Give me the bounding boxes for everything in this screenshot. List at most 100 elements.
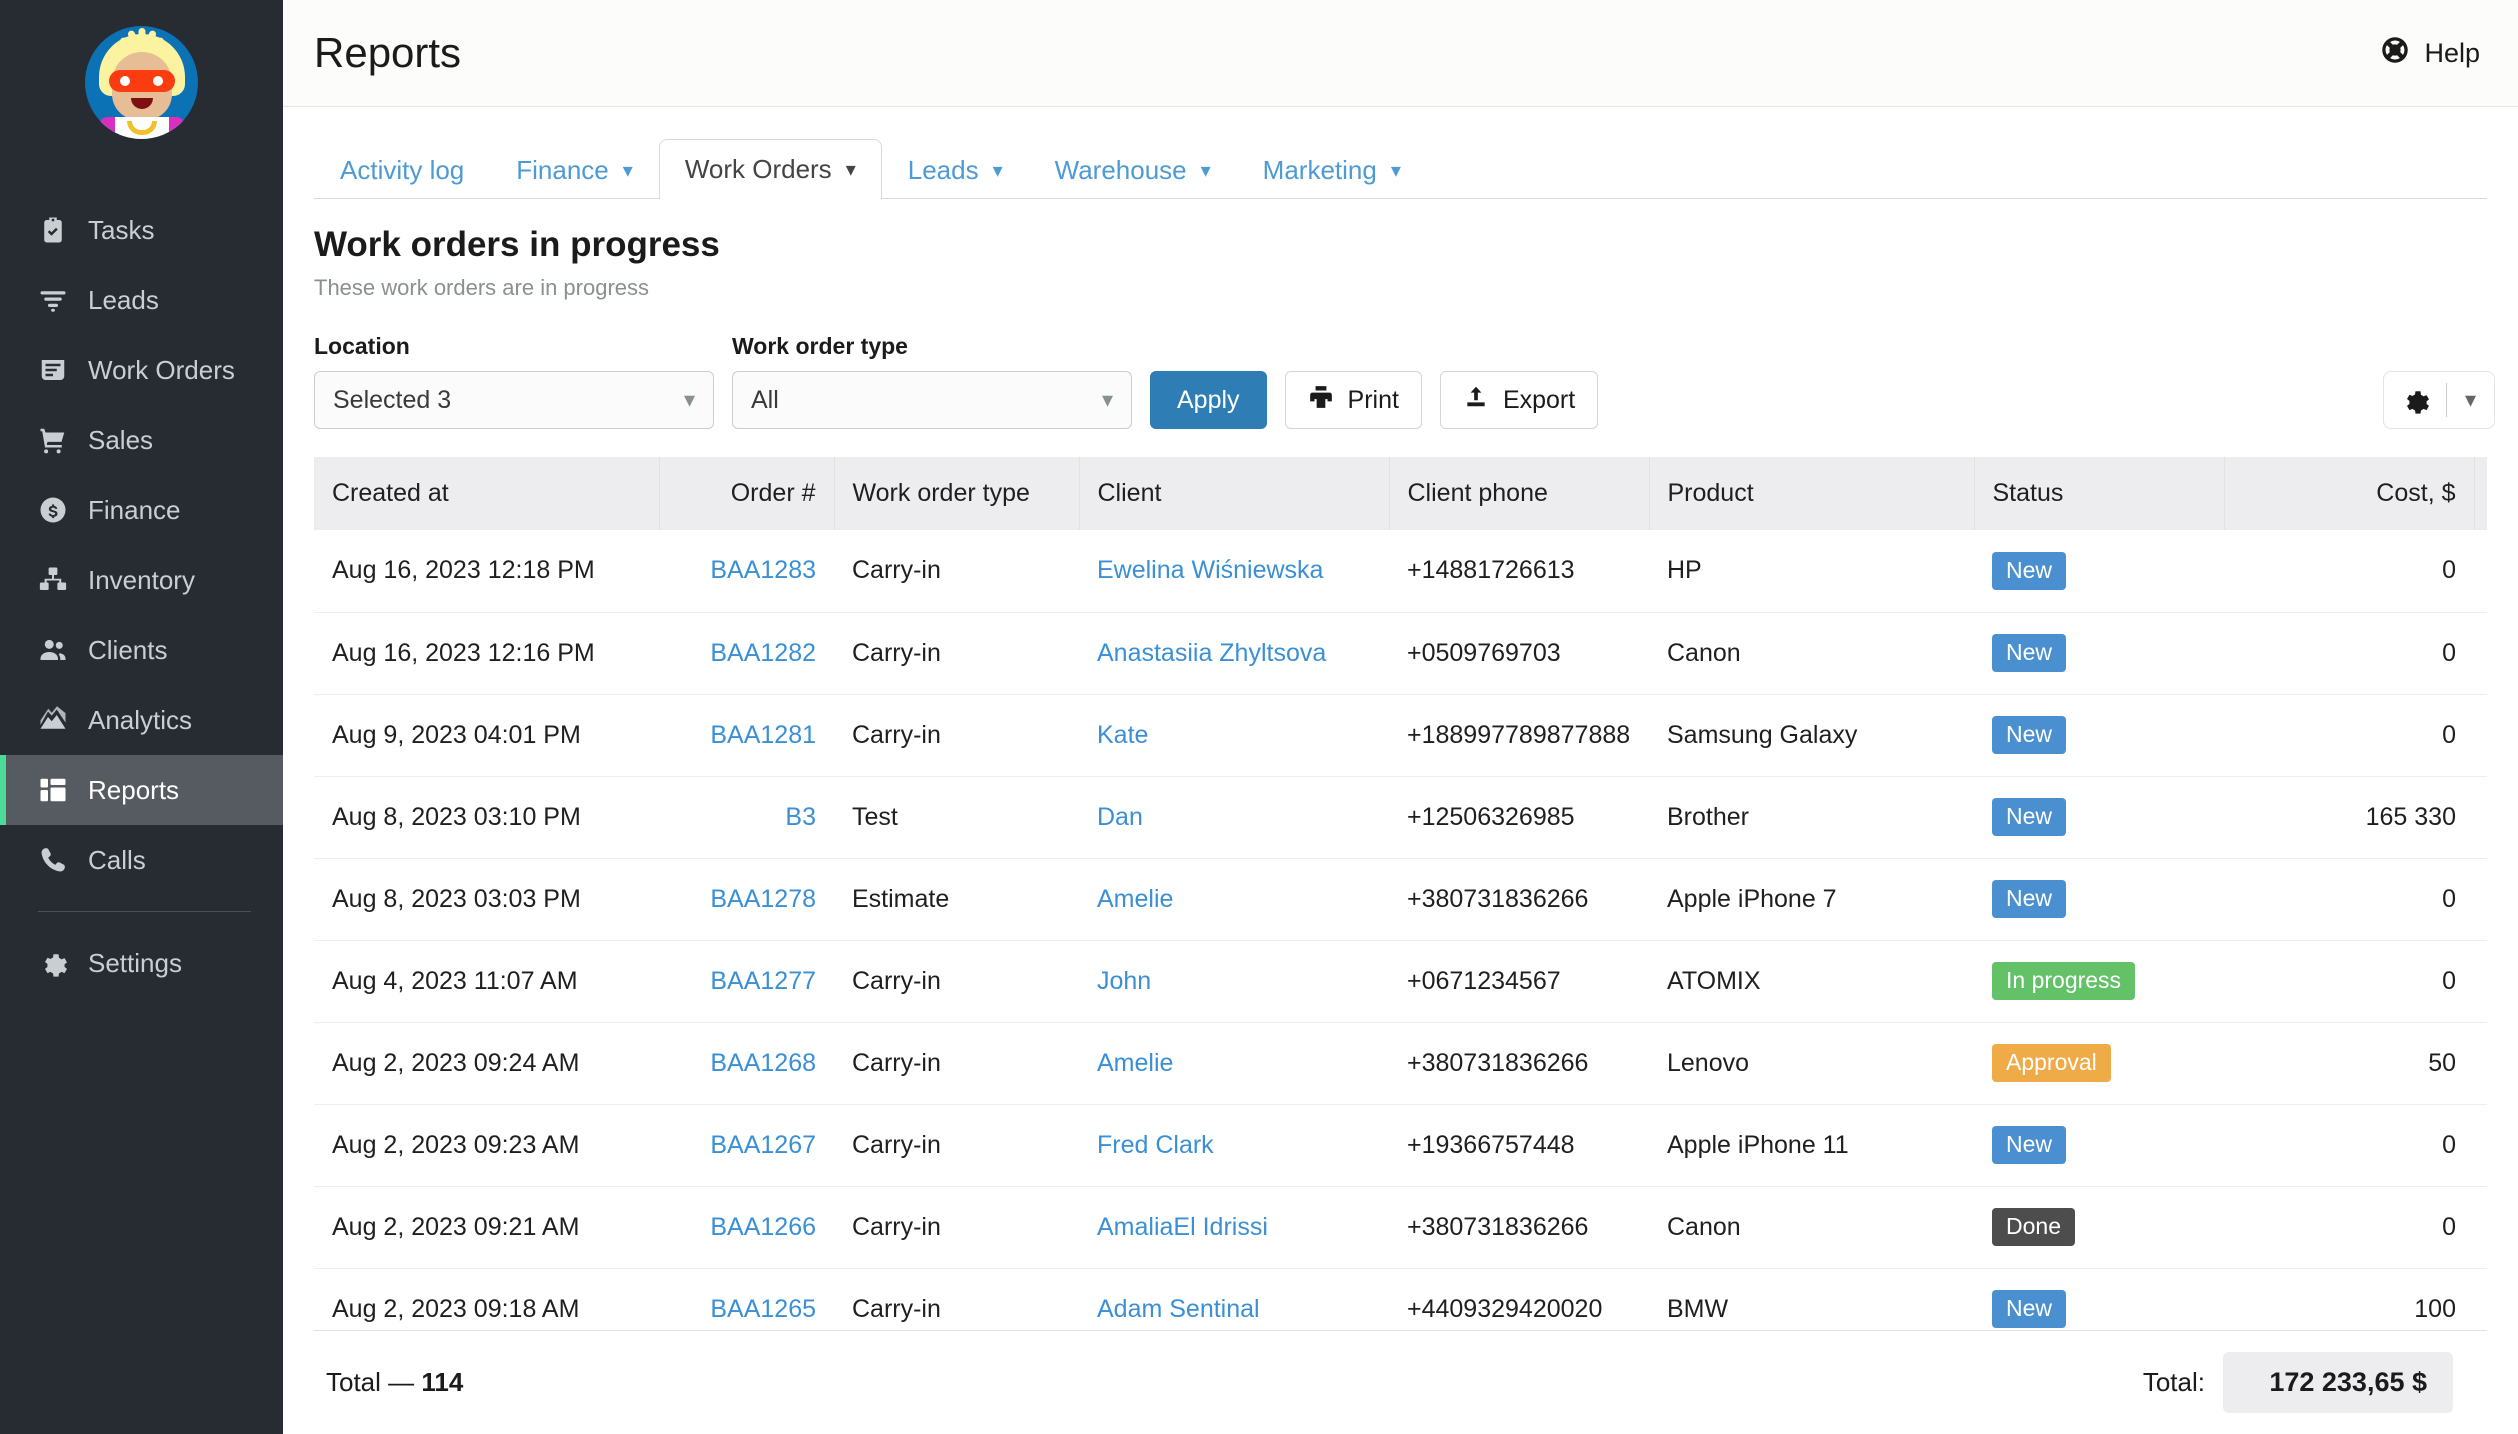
cell-client[interactable]: Amelie	[1079, 858, 1389, 941]
table-row[interactable]: Aug 2, 2023 09:23 AM BAA1267 Carry-in Fred …	[314, 1104, 2487, 1187]
sidebar-item-tasks[interactable]: Tasks	[0, 195, 283, 265]
tab-leads[interactable]: Leads ▾	[882, 142, 1029, 198]
client-link[interactable]: Fred Clark	[1097, 1131, 1214, 1159]
table-row[interactable]: Aug 2, 2023 09:24 AM BAA1268 Carry-in Ameli…	[314, 1022, 2487, 1105]
sidebar-item-analytics[interactable]: Analytics	[0, 685, 283, 755]
column-header-client[interactable]: Client	[1079, 457, 1390, 530]
cell-client[interactable]: Anastasiia Zhyltsova	[1079, 612, 1389, 695]
page-title: Reports	[314, 29, 462, 76]
client-link[interactable]: Adam Sentinal	[1097, 1295, 1260, 1323]
tab-finance[interactable]: Finance ▾	[490, 142, 659, 198]
client-link[interactable]: Amelie	[1097, 885, 1173, 913]
total-count-label: Total —	[326, 1367, 415, 1397]
cell-client[interactable]: Dan	[1079, 776, 1389, 859]
table-row[interactable]: Aug 16, 2023 12:16 PM BAA1282 Carry-in Anas…	[314, 612, 2487, 695]
cell-work-order-type: Carry-in	[834, 1268, 1079, 1330]
order-link[interactable]: BAA1266	[710, 1213, 816, 1241]
cell-product: Canon	[1649, 1186, 1974, 1269]
table-row[interactable]: Aug 2, 2023 09:18 AM BAA1265 Carry-in Adam …	[314, 1268, 2487, 1330]
order-link[interactable]: BAA1268	[710, 1049, 816, 1077]
sidebar-item-label: Sales	[88, 424, 154, 455]
column-header-status[interactable]: Status	[1974, 457, 2225, 530]
sidebar-item-settings[interactable]: Settings	[0, 928, 283, 998]
cell-client[interactable]: Amelie	[1079, 1022, 1389, 1105]
order-link[interactable]: BAA1267	[710, 1131, 816, 1159]
client-link[interactable]: Kate	[1097, 721, 1148, 749]
export-button[interactable]: Export	[1439, 371, 1599, 429]
cell-order-no[interactable]: BAA1281	[659, 694, 834, 777]
table-row[interactable]: Aug 16, 2023 12:18 PM BAA1283 Carry-in Ewel…	[314, 530, 2487, 613]
help-button[interactable]: Help	[2380, 35, 2480, 72]
apply-button[interactable]: Apply	[1150, 371, 1267, 429]
sidebar-item-leads[interactable]: Leads	[0, 265, 283, 335]
client-link[interactable]: John	[1097, 967, 1151, 995]
client-link[interactable]: Amelie	[1097, 1049, 1173, 1077]
column-header-order-no[interactable]: Order #	[659, 457, 835, 530]
location-select[interactable]: Selected 3 ▾	[314, 371, 714, 429]
tab-warehouse[interactable]: Warehouse ▾	[1029, 142, 1237, 198]
cell-order-no[interactable]: BAA1267	[659, 1104, 834, 1187]
cell-order-no[interactable]: BAA1283	[659, 530, 834, 613]
table-row[interactable]: Aug 8, 2023 03:10 PM B3 Test Dan +1250632698…	[314, 776, 2487, 859]
sidebar-item-work-orders[interactable]: Work Orders	[0, 335, 283, 405]
location-filter-group: Location Selected 3 ▾	[314, 333, 714, 429]
table-row[interactable]: Aug 9, 2023 04:01 PM BAA1281 Carry-in Kate +…	[314, 694, 2487, 777]
status-badge: New	[1992, 880, 2067, 918]
tab-marketing[interactable]: Marketing ▾	[1237, 142, 1427, 198]
avatar[interactable]	[85, 26, 198, 139]
app-root: Tasks Leads Work Orders Sales Finance In…	[0, 0, 2518, 1434]
column-header-created-at[interactable]: Created at	[314, 457, 660, 530]
order-link[interactable]: BAA1283	[710, 556, 816, 584]
work-order-type-select[interactable]: All ▾	[732, 371, 1132, 429]
cell-client[interactable]: Kate	[1079, 694, 1389, 777]
column-header-client-phone[interactable]: Client phone	[1389, 457, 1650, 530]
cell-order-no[interactable]: BAA1268	[659, 1022, 834, 1105]
cell-product: BMW	[1649, 1268, 1974, 1330]
order-link[interactable]: BAA1281	[710, 721, 816, 749]
order-link[interactable]: B3	[785, 803, 816, 831]
column-header-work-order-type[interactable]: Work order type	[834, 457, 1080, 530]
cell-client-phone: +12506326985	[1389, 776, 1649, 859]
sidebar-item-label: Inventory	[88, 564, 195, 595]
client-link[interactable]: Anastasiia Zhyltsova	[1097, 639, 1326, 667]
client-link[interactable]: Ewelina Wiśniewska	[1097, 556, 1323, 584]
sidebar-item-inventory[interactable]: Inventory	[0, 545, 283, 615]
order-link[interactable]: BAA1282	[710, 639, 816, 667]
sidebar-item-clients[interactable]: Clients	[0, 615, 283, 685]
column-header-product[interactable]: Product	[1649, 457, 1975, 530]
table-row[interactable]: Aug 8, 2023 03:03 PM BAA1278 Estimate Ameli…	[314, 858, 2487, 941]
sidebar-item-sales[interactable]: Sales	[0, 405, 283, 475]
order-link[interactable]: BAA1277	[710, 967, 816, 995]
cell-client[interactable]: Ewelina Wiśniewska	[1079, 530, 1389, 613]
cell-cost: 0	[2224, 694, 2474, 777]
cell-client[interactable]: Adam Sentinal	[1079, 1268, 1389, 1330]
sidebar-item-calls[interactable]: Calls	[0, 825, 283, 895]
cell-order-no[interactable]: BAA1265	[659, 1268, 834, 1330]
column-header-cost[interactable]: Cost, $	[2224, 457, 2475, 530]
table-row[interactable]: Aug 4, 2023 11:07 AM BAA1277 Carry-in John +…	[314, 940, 2487, 1023]
cell-order-no[interactable]: BAA1277	[659, 940, 834, 1023]
sidebar-item-finance[interactable]: Finance	[0, 475, 283, 545]
cell-order-no[interactable]: BAA1278	[659, 858, 834, 941]
table-row[interactable]: Aug 2, 2023 09:21 AM BAA1266 Carry-in Amali…	[314, 1186, 2487, 1269]
client-link[interactable]: AmaliaEl Idrissi	[1097, 1213, 1268, 1241]
chevron-down-icon[interactable]: ▾	[2447, 387, 2494, 413]
column-header-extra[interactable]	[2474, 457, 2487, 530]
cell-client[interactable]: John	[1079, 940, 1389, 1023]
client-link[interactable]: Dan	[1097, 803, 1143, 831]
order-link[interactable]: BAA1278	[710, 885, 816, 913]
status-badge: In progress	[1992, 962, 2136, 1000]
order-link[interactable]: BAA1265	[710, 1295, 816, 1323]
cell-order-no[interactable]: B3	[659, 776, 834, 859]
table-settings-button[interactable]: ▾	[2382, 371, 2495, 429]
tab-work-orders[interactable]: Work Orders ▾	[658, 139, 882, 199]
print-button[interactable]: Print	[1284, 371, 1422, 429]
cell-client[interactable]: AmaliaEl Idrissi	[1079, 1186, 1389, 1269]
cell-client[interactable]: Fred Clark	[1079, 1104, 1389, 1187]
work-orders-table-wrap: Created at Order # Work order type Clien…	[314, 457, 2487, 1330]
tab-activity-log[interactable]: Activity log	[314, 142, 490, 198]
sidebar-divider	[38, 911, 251, 912]
sidebar-item-reports[interactable]: Reports	[0, 755, 283, 825]
cell-order-no[interactable]: BAA1282	[659, 612, 834, 695]
cell-order-no[interactable]: BAA1266	[659, 1186, 834, 1269]
